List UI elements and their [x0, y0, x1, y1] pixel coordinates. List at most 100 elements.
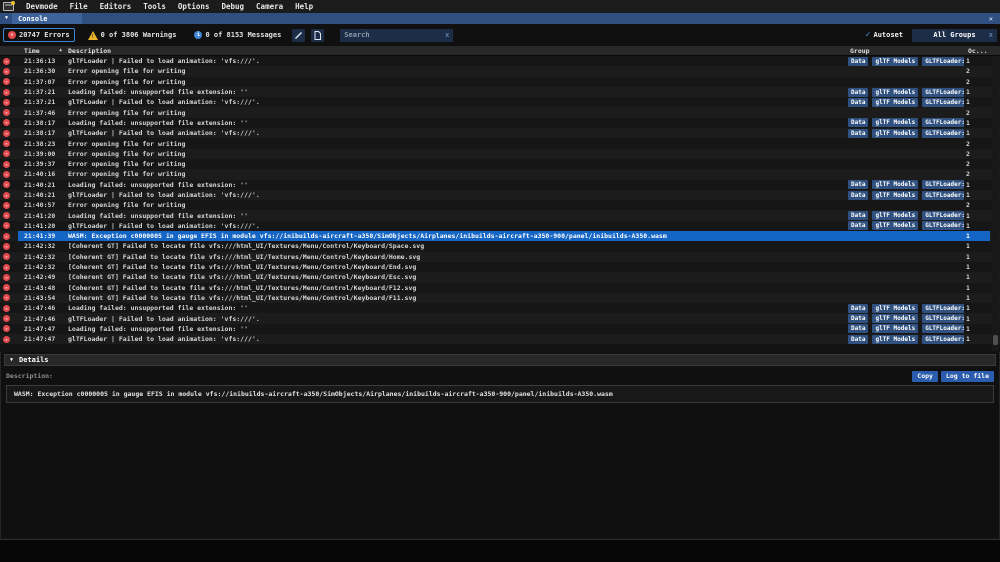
- row-icon-cell: ✕: [0, 221, 18, 231]
- column-header-time[interactable]: Time ▲: [18, 47, 64, 55]
- log-to-file-button[interactable]: Log to file: [940, 370, 994, 382]
- column-header-description[interactable]: Description: [64, 47, 846, 55]
- error-icon: ✕: [3, 273, 10, 281]
- table-row[interactable]: ✕ 21:40:21 glTFLoader | Failed to load ani…: [0, 189, 1000, 201]
- table-row[interactable]: ✕ 21:41:39 WASM: Exception c0000005 in gau…: [0, 231, 1000, 242]
- group-badge: Data: [848, 190, 869, 200]
- errors-filter-button[interactable]: ✕ 20747 Errors: [3, 28, 75, 42]
- row-occurrence-count: 2: [966, 108, 970, 117]
- table-row[interactable]: ✕ 21:37:07 Error opening file for writing 2: [0, 76, 1000, 87]
- error-icon: ✕: [3, 242, 10, 250]
- copy-button[interactable]: Copy: [912, 370, 938, 382]
- row-icon-cell: ✕: [0, 293, 18, 303]
- column-header-group[interactable]: Group: [846, 47, 964, 55]
- search-input[interactable]: Search x: [340, 28, 454, 42]
- table-row[interactable]: ✕ 21:47:47 Loading failed: unsupported fil…: [0, 323, 1000, 335]
- row-description: Loading failed: unsupported file extensi…: [68, 324, 249, 333]
- menu-item-help[interactable]: Help: [295, 2, 313, 11]
- group-badge: Data: [848, 128, 869, 138]
- row-group: Data glTF Models GLTFLoader:: [846, 180, 964, 190]
- warnings-filter-button[interactable]: ! 0 of 3806 Warnings: [83, 28, 182, 43]
- autoset-checkbox[interactable]: ✓: [865, 30, 870, 40]
- row-occurrence-count: 1: [966, 283, 970, 292]
- table-row[interactable]: ✕ 21:37:21 glTFLoader | Failed to load ani…: [0, 97, 1000, 108]
- table-row[interactable]: ✕ 21:42:32 [Coherent GT] Failed to locate …: [0, 251, 1000, 262]
- messages-filter-button[interactable]: i 0 of 8153 Messages: [189, 28, 286, 42]
- details-description-row: Description: Copy Log to file: [1, 368, 999, 384]
- scrollbar-thumb[interactable]: [993, 335, 998, 345]
- vertical-scrollbar[interactable]: [992, 56, 999, 351]
- menu-item-tools[interactable]: Tools: [143, 2, 166, 11]
- row-description: Error opening file for writing: [68, 201, 186, 210]
- menu-item-options[interactable]: Options: [178, 2, 210, 11]
- table-row[interactable]: ✕ 21:37:46 Error opening file for writing 2: [0, 107, 1000, 118]
- table-body: ✕ 21:36:13 glTFLoader | Failed to load ani…: [0, 56, 1000, 345]
- group-badge: Data: [848, 334, 869, 344]
- groups-clear-icon[interactable]: x: [989, 31, 993, 39]
- table-row[interactable]: ✕ 21:38:17 glTFLoader | Failed to load ani…: [0, 128, 1000, 139]
- table-row[interactable]: ✕ 21:43:48 [Coherent GT] Failed to locate …: [0, 282, 1000, 293]
- table-row[interactable]: ✕ 21:37:21 Loading failed: unsupported fil…: [0, 86, 1000, 98]
- row-time: 21:47:46: [24, 314, 56, 323]
- collapse-icon[interactable]: ▼: [10, 357, 13, 363]
- row-description: Error opening file for writing: [68, 139, 186, 148]
- row-time: 21:42:32: [24, 242, 56, 251]
- table-row[interactable]: ✕ 21:38:17 Loading failed: unsupported fil…: [0, 117, 1000, 129]
- group-badge: GLTFLoader:: [922, 211, 964, 221]
- row-description: Loading failed: unsupported file extensi…: [68, 180, 249, 189]
- table-row[interactable]: ✕ 21:40:16 Error opening file for writing 2: [0, 169, 1000, 180]
- row-group: Data glTF Models GLTFLoader:: [846, 190, 964, 200]
- table-row[interactable]: ✕ 21:40:57 Error opening file for writing 2: [0, 200, 1000, 211]
- table-row[interactable]: ✕ 21:36:13 glTFLoader | Failed to load ani…: [0, 56, 1000, 67]
- copy-log-button[interactable]: [311, 28, 325, 42]
- menu-item-debug[interactable]: Debug: [221, 2, 244, 11]
- row-time: 21:39:37: [24, 160, 56, 169]
- console-tab[interactable]: Console: [12, 13, 82, 24]
- error-icon: ✕: [3, 78, 10, 86]
- row-occurrence-count: 2: [966, 77, 970, 86]
- row-icon-cell: ✕: [0, 97, 18, 107]
- table-row[interactable]: ✕ 21:41:20 Loading failed: unsupported fil…: [0, 210, 1000, 221]
- row-group: [846, 241, 964, 251]
- info-icon: i: [194, 31, 203, 39]
- search-clear-icon[interactable]: x: [445, 31, 449, 39]
- details-header[interactable]: ▼ Details: [4, 354, 996, 366]
- all-groups-dropdown[interactable]: All Groups x: [912, 28, 997, 42]
- collapse-icon[interactable]: ▼: [5, 16, 8, 21]
- menu-item-camera[interactable]: Camera: [256, 2, 283, 11]
- row-description: glTFLoader | Failed to load animation: '…: [68, 221, 260, 230]
- table-row[interactable]: ✕ 21:40:21 Loading failed: unsupported fil…: [0, 179, 1000, 190]
- table-row[interactable]: ✕ 21:42:32 [Coherent GT] Failed to locate …: [0, 261, 1000, 273]
- row-occurrence-count: 1: [966, 98, 970, 107]
- table-row[interactable]: ✕ 21:42:32 [Coherent GT] Failed to locate …: [0, 241, 1000, 252]
- row-icon-cell: ✕: [0, 56, 18, 66]
- row-description: [Coherent GT] Failed to locate file vfs:…: [68, 242, 425, 251]
- table-row[interactable]: ✕ 21:47:46 Loading failed: unsupported fil…: [0, 303, 1000, 314]
- table-row[interactable]: ✕ 21:47:46 glTFLoader | Failed to load ani…: [0, 313, 1000, 324]
- table-row[interactable]: ✕ 21:43:54 [Coherent GT] Failed to locate …: [0, 292, 1000, 304]
- row-description: Error opening file for writing: [68, 170, 186, 179]
- menu-item-editors[interactable]: Editors: [100, 2, 132, 11]
- row-group: [846, 293, 964, 303]
- group-badge: GLTFLoader:: [922, 180, 964, 190]
- group-badge: GLTFLoader:: [922, 97, 964, 107]
- row-icon-cell: ✕: [0, 283, 18, 293]
- table-header: Time ▲ Description Group Oc...: [0, 46, 1000, 56]
- table-row[interactable]: ✕ 21:42:49 [Coherent GT] Failed to locate …: [0, 272, 1000, 283]
- table-row[interactable]: ✕ 21:39:00 Error opening file for writing 2: [0, 148, 1000, 159]
- row-icon-cell: ✕: [0, 313, 18, 323]
- row-occurrence-count: 1: [966, 263, 970, 272]
- menu-item-devmode[interactable]: Devmode: [26, 2, 58, 11]
- clear-console-button[interactable]: [292, 28, 306, 42]
- table-row[interactable]: ✕ 21:38:23 Error opening file for writing 2: [0, 138, 1000, 149]
- table-row[interactable]: ✕ 21:41:20 glTFLoader | Failed to load ani…: [0, 220, 1000, 232]
- table-row[interactable]: ✕ 21:36:30 Error opening file for writing 2: [0, 66, 1000, 77]
- table-row[interactable]: ✕ 21:47:47 glTFLoader | Failed to load ani…: [0, 334, 1000, 345]
- menu-item-file[interactable]: File: [70, 2, 88, 11]
- row-group: Data glTF Models GLTFLoader:: [846, 221, 964, 231]
- column-header-occurrences[interactable]: Oc...: [964, 47, 990, 55]
- details-description-box[interactable]: WASM: Exception c0000005 in gauge EFIS i…: [6, 385, 994, 403]
- close-icon[interactable]: ✕: [989, 15, 993, 23]
- row-group: Data glTF Models GLTFLoader:: [846, 324, 964, 334]
- table-row[interactable]: ✕ 21:39:37 Error opening file for writing 2: [0, 158, 1000, 170]
